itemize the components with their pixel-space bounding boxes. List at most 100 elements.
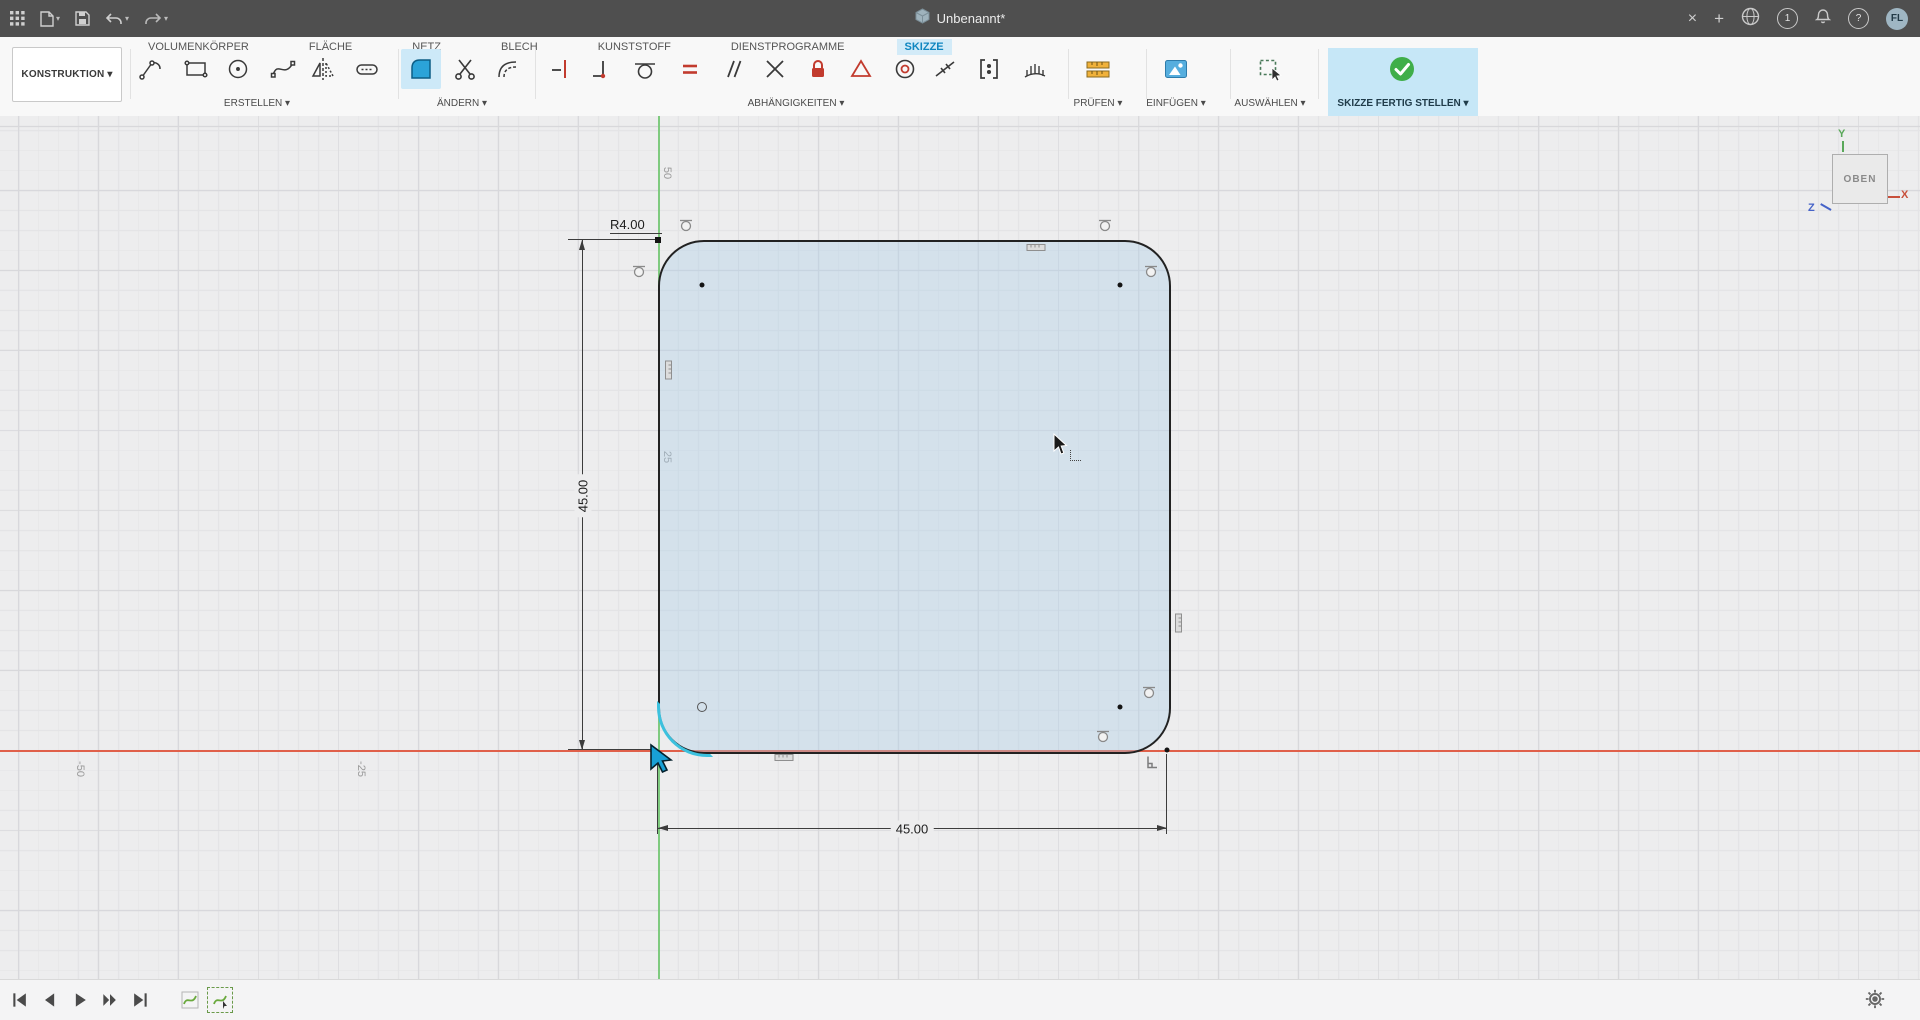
redo-button[interactable]: ▾ bbox=[144, 12, 168, 26]
perpendicular-constraint-icon[interactable] bbox=[755, 49, 795, 89]
grid-label-xm50: -50 bbox=[74, 761, 86, 777]
timeline-play-button[interactable] bbox=[68, 988, 92, 1012]
konstruktion-dropdown[interactable]: KONSTRUKTION ▾ bbox=[12, 47, 122, 102]
timeline-go-to-start-button[interactable] bbox=[8, 988, 32, 1012]
corner-point[interactable] bbox=[655, 237, 661, 243]
circle-tool-icon[interactable] bbox=[218, 49, 258, 89]
tangent-constraint-badge[interactable] bbox=[1096, 216, 1114, 239]
grid-label-xm25: -25 bbox=[355, 761, 367, 777]
corner-point[interactable] bbox=[1165, 748, 1170, 753]
job-status-icon[interactable] bbox=[1741, 7, 1760, 31]
group-label-aendern[interactable]: ÄNDERN ▾ bbox=[437, 98, 487, 109]
dim-arrowhead bbox=[658, 825, 668, 831]
width-dimension-label[interactable]: 45.00 bbox=[891, 821, 934, 838]
dimension-badge[interactable] bbox=[1167, 613, 1186, 633]
mouse-cursor bbox=[1053, 433, 1070, 461]
ribbon-separator bbox=[1230, 49, 1231, 99]
viewcube-x-axis-line bbox=[1888, 196, 1900, 198]
fillet-pick-cursor bbox=[648, 743, 678, 778]
tangent-constraint-badge[interactable] bbox=[1140, 683, 1158, 706]
sketch-point[interactable] bbox=[1118, 705, 1123, 710]
select-tool-icon[interactable] bbox=[1250, 49, 1290, 89]
spline-tool-icon[interactable] bbox=[263, 49, 303, 89]
midpoint-constraint-icon[interactable] bbox=[841, 49, 881, 89]
app-grid-icon[interactable] bbox=[10, 11, 25, 26]
slot-tool-icon[interactable] bbox=[347, 49, 387, 89]
group-label-auswaehlen[interactable]: AUSWÄHLEN ▾ bbox=[1234, 98, 1305, 109]
viewcube-z-axis-line bbox=[1820, 203, 1831, 210]
sketch-point[interactable] bbox=[700, 283, 705, 288]
rectangle-tool-icon[interactable] bbox=[176, 49, 216, 89]
fillet-tool-icon[interactable] bbox=[401, 49, 441, 89]
timeline-step-forward-button[interactable] bbox=[98, 988, 122, 1012]
coincident-constraint-icon[interactable] bbox=[582, 49, 622, 89]
dim-arrowhead bbox=[1157, 825, 1167, 831]
dim-arrowhead bbox=[579, 240, 585, 250]
timeline-settings-gear-icon[interactable] bbox=[1864, 988, 1886, 1015]
curvature-constraint-icon[interactable] bbox=[1015, 49, 1055, 89]
file-menu-icon[interactable]: ▾ bbox=[40, 11, 60, 27]
notification-icon[interactable]: 1 bbox=[1777, 8, 1798, 29]
parallel-constraint-icon[interactable] bbox=[713, 49, 753, 89]
group-label-erstellen[interactable]: ERSTELLEN ▾ bbox=[224, 98, 290, 109]
fusion-window: ▾ ▾ ▾ Unbenannt* × + bbox=[0, 0, 1920, 1020]
height-dimension-label[interactable]: 45.00 bbox=[575, 475, 592, 518]
viewcube[interactable]: Y OBEN X Z bbox=[1808, 126, 1908, 222]
avatar[interactable]: FL bbox=[1886, 8, 1908, 30]
group-label-pruefen[interactable]: PRÜFEN ▾ bbox=[1074, 98, 1123, 109]
ribbon-separator bbox=[1318, 49, 1319, 99]
measure-tool-icon[interactable] bbox=[1078, 49, 1118, 89]
tangent-constraint-badge[interactable] bbox=[677, 216, 695, 239]
mirror-tool-icon[interactable] bbox=[303, 49, 343, 89]
tangent-constraint-icon[interactable] bbox=[625, 49, 665, 89]
viewcube-face-top[interactable]: OBEN bbox=[1832, 154, 1888, 204]
bell-icon[interactable] bbox=[1815, 8, 1831, 30]
document-tab: Unbenannt* bbox=[0, 0, 1920, 37]
radius-dimension-label[interactable]: R4.00 bbox=[610, 217, 645, 232]
timeline-bar bbox=[0, 979, 1920, 1020]
close-tab-icon[interactable]: × bbox=[1688, 11, 1697, 27]
dim-extension-line bbox=[1166, 754, 1167, 834]
help-icon[interactable]: ? bbox=[1848, 8, 1869, 29]
sketch-canvas[interactable]: 50 25 -25 -50 45.00 45.00 R4.00 bbox=[0, 116, 1920, 980]
equal-constraint-icon[interactable] bbox=[670, 49, 710, 89]
group-label-finish[interactable]: SKIZZE FERTIG STELLEN ▾ bbox=[1337, 98, 1468, 109]
new-tab-icon[interactable]: + bbox=[1714, 10, 1724, 27]
save-icon[interactable] bbox=[75, 11, 90, 26]
redo-caret[interactable]: ▾ bbox=[164, 14, 168, 23]
concentric-constraint-icon[interactable] bbox=[885, 49, 925, 89]
undo-button[interactable]: ▾ bbox=[105, 12, 129, 26]
dimension-badge[interactable] bbox=[657, 360, 676, 380]
ribbon-toolbar: KONSTRUKTION ▾ VOLUMENKÖRPER FLÄCHE NETZ… bbox=[0, 37, 1920, 117]
undo-caret[interactable]: ▾ bbox=[125, 14, 129, 23]
perpendicular-constraint-badge[interactable] bbox=[1144, 755, 1160, 776]
dimension-badge[interactable] bbox=[774, 751, 794, 770]
viewcube-y-axis-line bbox=[1842, 141, 1844, 152]
sketch-point[interactable] bbox=[1118, 283, 1123, 288]
timeline-step-back-button[interactable] bbox=[38, 988, 62, 1012]
timeline-go-to-end-button[interactable] bbox=[128, 988, 152, 1012]
sketch-center-point[interactable] bbox=[697, 702, 707, 712]
trim-tool-icon[interactable] bbox=[445, 49, 485, 89]
finish-sketch-icon[interactable] bbox=[1382, 49, 1422, 89]
viewcube-y-axis-label: Y bbox=[1838, 128, 1845, 140]
tangent-constraint-badge[interactable] bbox=[1094, 727, 1112, 750]
timeline-sketch-feature-icon-active[interactable] bbox=[208, 988, 232, 1012]
group-label-abhaengigkeiten[interactable]: ABHÄNGIGKEITEN ▾ bbox=[748, 98, 845, 109]
tangent-constraint-badge[interactable] bbox=[630, 262, 648, 285]
grid-label-y50: 50 bbox=[661, 167, 673, 179]
group-label-einfuegen[interactable]: EINFÜGEN ▾ bbox=[1146, 98, 1205, 109]
horizontal-vertical-constraint-icon[interactable] bbox=[541, 49, 581, 89]
sketch-profile[interactable] bbox=[658, 240, 1171, 754]
collinear-constraint-icon[interactable] bbox=[925, 49, 965, 89]
file-menu-caret[interactable]: ▾ bbox=[56, 14, 60, 23]
tangent-constraint-badge[interactable] bbox=[1142, 262, 1160, 285]
symmetry-constraint-icon[interactable] bbox=[969, 49, 1009, 89]
line-tool-icon[interactable] bbox=[131, 49, 171, 89]
viewcube-z-axis-label: Z bbox=[1808, 202, 1815, 214]
fix-constraint-icon[interactable] bbox=[798, 49, 838, 89]
timeline-sketch-feature-icon[interactable] bbox=[178, 988, 202, 1012]
offset-tool-icon[interactable] bbox=[488, 49, 528, 89]
insert-image-icon[interactable] bbox=[1156, 49, 1196, 89]
dimension-badge[interactable] bbox=[1026, 241, 1046, 260]
